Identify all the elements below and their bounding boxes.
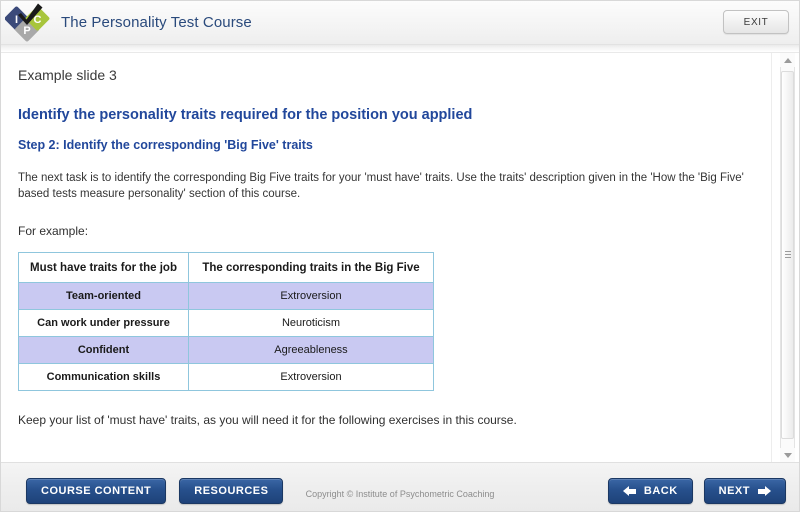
next-label: NEXT bbox=[718, 485, 750, 497]
next-button[interactable]: NEXT bbox=[703, 478, 786, 504]
triangle-up-icon bbox=[783, 57, 792, 63]
cell-big-five-trait: Agreeableness bbox=[188, 336, 434, 364]
vertical-scrollbar[interactable] bbox=[771, 53, 799, 462]
nav-buttons: BACK NEXT bbox=[607, 478, 786, 504]
example-label: For example: bbox=[18, 224, 89, 238]
svg-text:I: I bbox=[15, 14, 18, 26]
cell-big-five-trait: Extroversion bbox=[188, 282, 434, 310]
triangle-down-icon bbox=[783, 452, 792, 458]
course-content-button[interactable]: COURSE CONTENT bbox=[26, 477, 167, 504]
page-title: Identify the personality traits required… bbox=[18, 107, 473, 123]
step-subtitle: Step 2: Identify the corresponding 'Big … bbox=[18, 138, 313, 152]
header-divider bbox=[1, 45, 799, 53]
intro-paragraph: The next task is to identify the corresp… bbox=[18, 172, 744, 200]
app-header: I P C The Personality Test Course EXIT bbox=[1, 1, 799, 45]
svg-text:P: P bbox=[23, 25, 30, 37]
app-footer: COURSE CONTENT RESOURCES Copyright © Ins… bbox=[1, 462, 799, 511]
resources-label: RESOURCES bbox=[194, 484, 269, 497]
column-header-big-five: The corresponding traits in the Big Five bbox=[188, 252, 434, 283]
traits-table-body: Team-oriented Extroversion Can work unde… bbox=[18, 282, 434, 391]
traits-table: Must have traits for the job The corresp… bbox=[18, 252, 434, 391]
table-row: Team-oriented Extroversion bbox=[18, 282, 434, 310]
exit-button[interactable]: EXIT bbox=[723, 10, 789, 34]
cell-big-five-trait: Extroversion bbox=[188, 363, 434, 391]
table-header-row: Must have traits for the job The corresp… bbox=[18, 252, 434, 283]
ipc-logo-svg: I P C bbox=[4, 3, 50, 41]
column-header-must-have: Must have traits for the job bbox=[18, 252, 189, 283]
content-area: Example slide 3 Identify the personality… bbox=[1, 53, 799, 462]
course-content-label: COURSE CONTENT bbox=[41, 484, 152, 497]
back-label: BACK bbox=[643, 485, 678, 497]
cell-must-have-trait: Team-oriented bbox=[18, 282, 189, 310]
scroll-up-button[interactable] bbox=[780, 53, 795, 67]
back-button[interactable]: BACK bbox=[607, 478, 693, 504]
scrollbar-thumb[interactable] bbox=[781, 71, 794, 439]
ipc-logo: I P C bbox=[4, 1, 51, 45]
course-window: I P C The Personality Test Course EXIT E… bbox=[0, 0, 800, 512]
table-row: Communication skills Extroversion bbox=[18, 363, 434, 391]
slide-label: Example slide 3 bbox=[18, 67, 117, 83]
scrollbar-grip-icon bbox=[785, 251, 791, 259]
cell-big-five-trait: Neuroticism bbox=[188, 309, 434, 337]
scroll-down-button[interactable] bbox=[780, 448, 795, 462]
app-title: The Personality Test Course bbox=[61, 14, 252, 31]
arrow-left-icon bbox=[622, 485, 636, 497]
cell-must-have-trait: Confident bbox=[18, 336, 189, 364]
table-row: Confident Agreeableness bbox=[18, 336, 434, 364]
cell-must-have-trait: Can work under pressure bbox=[18, 309, 189, 337]
cell-must-have-trait: Communication skills bbox=[18, 363, 189, 391]
resources-button[interactable]: RESOURCES bbox=[179, 477, 284, 504]
arrow-right-icon bbox=[758, 485, 771, 497]
table-row: Can work under pressure Neuroticism bbox=[18, 309, 434, 337]
closing-paragraph: Keep your list of 'must have' traits, as… bbox=[18, 413, 517, 427]
slide-content: Example slide 3 Identify the personality… bbox=[1, 53, 771, 462]
